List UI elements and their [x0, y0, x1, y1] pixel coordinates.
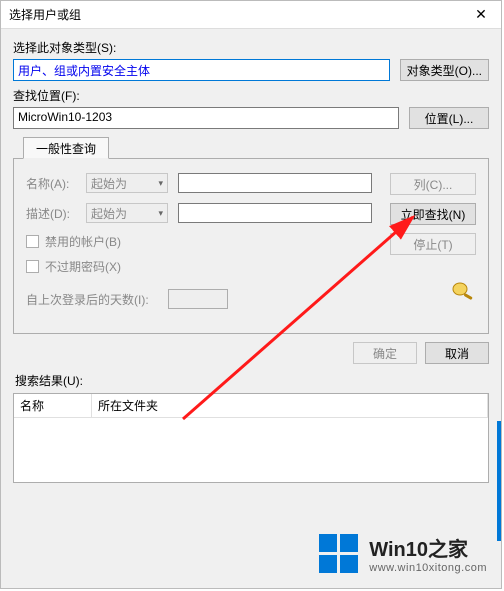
object-type-row: 用户、组或内置安全主体 对象类型(O)... — [13, 59, 489, 81]
query-fields: 名称(A): 起始为 ▾ 描述(D): 起始为 ▾ — [26, 173, 378, 319]
locations-button[interactable]: 位置(L)... — [409, 107, 489, 129]
right-stripe — [497, 421, 501, 541]
windows-logo-icon — [319, 534, 359, 574]
location-label: 查找位置(F): — [13, 87, 489, 104]
close-icon: ✕ — [475, 6, 487, 23]
object-types-button[interactable]: 对象类型(O)... — [400, 59, 489, 81]
location-input[interactable]: MicroWin10-1203 — [13, 107, 399, 129]
disabled-accounts-checkbox[interactable]: 禁用的帐户(B) — [26, 233, 378, 250]
results-label: 搜索结果(U): — [15, 372, 489, 389]
find-now-button[interactable]: 立即查找(N) — [390, 203, 476, 225]
name-label: 名称(A): — [26, 175, 76, 192]
ok-button[interactable]: 确定 — [353, 342, 417, 364]
object-type-input[interactable]: 用户、组或内置安全主体 — [13, 59, 390, 81]
desc-row: 描述(D): 起始为 ▾ — [26, 203, 378, 223]
watermark-text: Win10之家 www.win10xitong.com — [369, 533, 487, 574]
column-name[interactable]: 名称 — [14, 394, 92, 417]
name-combo[interactable]: 起始为 ▾ — [86, 173, 168, 193]
desc-input[interactable] — [178, 203, 372, 223]
side-buttons: 列(C)... 立即查找(N) 停止(T) — [390, 173, 476, 319]
watermark-title: Win10之家 — [369, 533, 487, 562]
chevron-down-icon: ▾ — [158, 178, 163, 189]
last-login-label: 自上次登录后的天数(I): — [26, 291, 158, 308]
tab-header: 一般性查询 — [13, 137, 489, 159]
desc-combo[interactable]: 起始为 ▾ — [86, 203, 168, 223]
stop-button[interactable]: 停止(T) — [390, 233, 476, 255]
dialog-body: 选择此对象类型(S): 用户、组或内置安全主体 对象类型(O)... 查找位置(… — [1, 29, 501, 483]
no-expire-label: 不过期密码(X) — [45, 258, 121, 275]
name-input[interactable] — [178, 173, 372, 193]
last-login-row: 自上次登录后的天数(I): — [26, 289, 378, 309]
window-title: 选择用户或组 — [9, 6, 81, 23]
table-header: 名称 所在文件夹 — [14, 394, 488, 418]
no-expire-checkbox[interactable]: 不过期密码(X) — [26, 258, 378, 275]
checkbox-icon — [26, 260, 39, 273]
desc-label: 描述(D): — [26, 205, 76, 222]
tab-common-queries[interactable]: 一般性查询 — [23, 137, 109, 159]
name-row: 名称(A): 起始为 ▾ — [26, 173, 378, 193]
watermark: Win10之家 www.win10xitong.com — [319, 533, 487, 574]
name-combo-value: 起始为 — [91, 175, 127, 192]
location-row: MicroWin10-1203 位置(L)... — [13, 107, 489, 129]
tab-panel: 名称(A): 起始为 ▾ 描述(D): 起始为 ▾ — [13, 158, 489, 334]
search-icon — [450, 281, 476, 301]
dialog-buttons-row: 确定 取消 — [13, 334, 489, 372]
results-table: 名称 所在文件夹 — [13, 393, 489, 483]
column-folder[interactable]: 所在文件夹 — [92, 394, 488, 417]
object-type-label: 选择此对象类型(S): — [13, 39, 489, 56]
dialog-window: 选择用户或组 ✕ 选择此对象类型(S): 用户、组或内置安全主体 对象类型(O)… — [0, 0, 502, 589]
last-login-days-spinner[interactable] — [168, 289, 228, 309]
titlebar: 选择用户或组 ✕ — [1, 1, 501, 29]
watermark-url: www.win10xitong.com — [369, 562, 487, 574]
chevron-down-icon: ▾ — [158, 208, 163, 219]
columns-button[interactable]: 列(C)... — [390, 173, 476, 195]
close-button[interactable]: ✕ — [461, 1, 501, 29]
desc-combo-value: 起始为 — [91, 205, 127, 222]
cancel-button[interactable]: 取消 — [425, 342, 489, 364]
disabled-accounts-label: 禁用的帐户(B) — [45, 233, 121, 250]
checkbox-icon — [26, 235, 39, 248]
